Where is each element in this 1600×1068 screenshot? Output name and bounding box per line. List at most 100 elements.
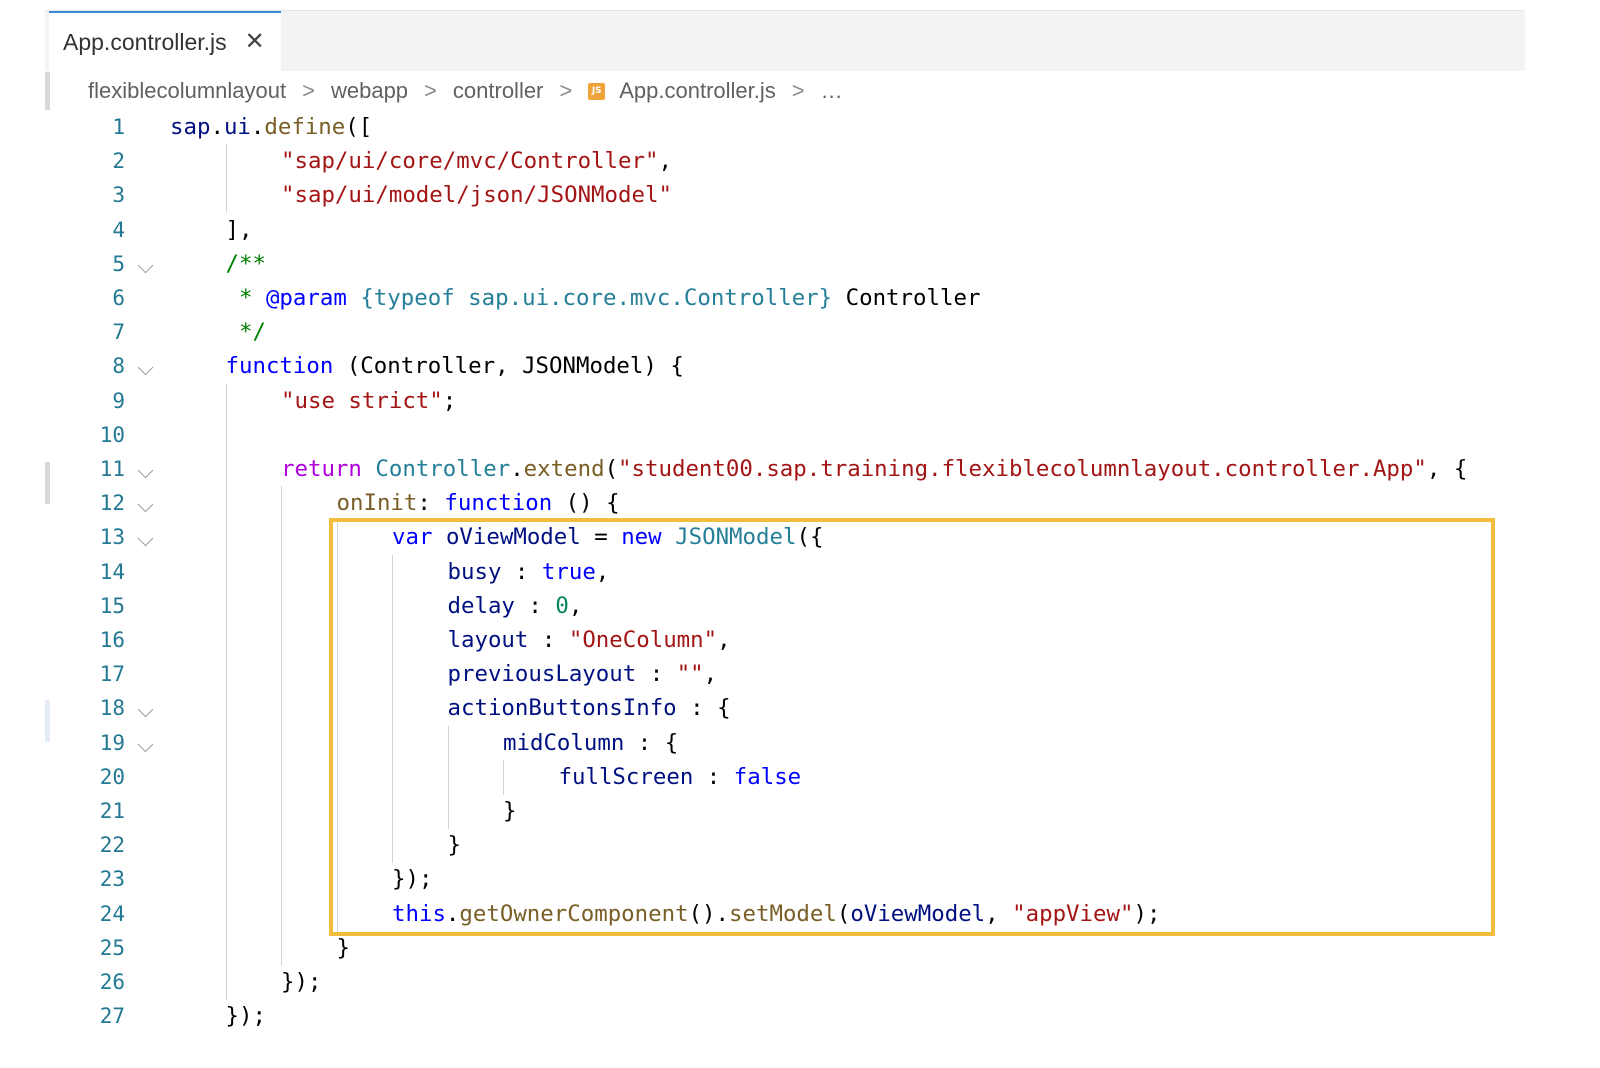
- code-line[interactable]: 1 sap.ui.define([: [45, 110, 1525, 144]
- line-number: 19: [99, 730, 125, 755]
- code-line[interactable]: 9 "use strict";: [45, 383, 1525, 419]
- breadcrumb-item-project[interactable]: flexiblecolumnlayout: [88, 78, 286, 104]
- code-line[interactable]: 27});: [45, 999, 1525, 1033]
- code-line[interactable]: 7 */: [45, 315, 1525, 349]
- indent-guide: [225, 623, 227, 658]
- code-line[interactable]: 4],: [45, 213, 1525, 247]
- line-number: 5: [112, 251, 125, 276]
- indent-guide: [336, 794, 338, 829]
- breadcrumb-ellipsis[interactable]: …: [821, 78, 843, 104]
- code-line[interactable]: 24 this.getOwnerComponent().setModel(oVie…: [45, 896, 1525, 932]
- indent-guide: [225, 725, 227, 761]
- indent-guide: [392, 759, 393, 795]
- code-line[interactable]: 17 previousLayout : "",: [45, 657, 1525, 693]
- code-area[interactable]: 1 sap.ui.define([ 2 "sap/ui/core/mvc/Contro…: [45, 110, 1525, 1060]
- code-text: midColumn : {: [503, 726, 678, 760]
- code-token: @param: [265, 285, 347, 311]
- code-token: });: [225, 1003, 266, 1030]
- code-line[interactable]: 10: [45, 417, 1525, 453]
- code-token: :: [514, 592, 556, 619]
- code-text: layout : "OneColumn",: [448, 623, 731, 657]
- code-text: ],: [226, 213, 253, 247]
- code-token: 0: [555, 592, 569, 619]
- code-token: onInit: [336, 490, 418, 517]
- code-line[interactable]: 23});: [45, 862, 1525, 898]
- code-token: setModel: [729, 900, 837, 927]
- code-line[interactable]: 26});: [45, 965, 1525, 1000]
- close-icon[interactable]: ✕: [245, 30, 265, 54]
- code-token: "sap/ui/core/mvc/Controller": [281, 148, 659, 175]
- code-text: actionButtonsInfo : {: [448, 691, 731, 725]
- chevron-right-icon: >: [791, 78, 805, 103]
- code-token: :: [501, 558, 542, 585]
- code-line[interactable]: 13 var oViewModel = new JSONModel({: [45, 520, 1525, 556]
- code-token: midColumn: [503, 729, 625, 756]
- code-text: */: [226, 315, 266, 349]
- code-token: actionButtonsInfo: [447, 695, 677, 722]
- chevron-right-icon: >: [559, 78, 573, 103]
- breadcrumb-item-file[interactable]: App.controller.js: [619, 78, 776, 104]
- indent-guide: [225, 657, 227, 693]
- chevron-down-icon[interactable]: [137, 360, 154, 376]
- code-line[interactable]: 2 "sap/ui/core/mvc/Controller",: [45, 144, 1525, 180]
- code-line[interactable]: 25}: [45, 930, 1525, 966]
- line-number: 23: [99, 867, 125, 892]
- code-token: .: [445, 900, 460, 927]
- code-token: (: [836, 900, 851, 927]
- indent-guide: [225, 862, 227, 898]
- indent-guide: [281, 657, 282, 693]
- line-number: 2: [112, 149, 125, 174]
- code-text: fullScreen : false: [559, 760, 802, 794]
- code-line[interactable]: 15 delay : 0,: [45, 588, 1525, 624]
- code-token: /**: [225, 250, 266, 277]
- code-token: define: [264, 114, 346, 140]
- code-text: "sap/ui/core/mvc/Controller",: [281, 144, 672, 178]
- breadcrumb-item-webapp[interactable]: webapp: [331, 78, 408, 104]
- code-text: busy : true,: [448, 555, 610, 589]
- code-token: .: [250, 114, 265, 140]
- code-line[interactable]: 22}: [45, 828, 1525, 864]
- code-text: }: [503, 794, 516, 828]
- code-token: ui: [223, 114, 251, 140]
- line-number: 13: [99, 525, 125, 550]
- code-line[interactable]: 21}: [45, 794, 1525, 829]
- code-token: fullScreen: [558, 763, 694, 790]
- code-line[interactable]: 12 onInit: function () {: [45, 486, 1525, 522]
- code-token: Controller: [375, 456, 511, 482]
- line-number: 20: [99, 764, 125, 789]
- code-text: }: [337, 931, 350, 965]
- code-line[interactable]: 5 /**: [45, 247, 1525, 281]
- tab-app-controller[interactable]: App.controller.js ✕: [49, 11, 281, 71]
- indent-guide: [503, 759, 504, 795]
- code-line[interactable]: 3 "sap/ui/model/json/JSONModel": [45, 178, 1525, 214]
- chevron-down-icon[interactable]: [137, 496, 154, 513]
- code-line[interactable]: 20 fullScreen : false: [45, 759, 1525, 795]
- code-token: ;: [442, 387, 457, 414]
- indent-guide: [336, 623, 338, 658]
- code-token: });: [281, 969, 322, 995]
- code-line[interactable]: 14 busy : true,: [45, 554, 1525, 590]
- code-editor: App.controller.js ✕ flexiblecolumnlayout…: [45, 10, 1525, 1060]
- chevron-down-icon[interactable]: [137, 462, 154, 479]
- chevron-down-icon[interactable]: [137, 257, 154, 274]
- line-number: 21: [99, 799, 125, 823]
- code-line[interactable]: 19 midColumn : {: [45, 725, 1525, 761]
- code-line[interactable]: 6 * @param {typeof sap.ui.core.mvc.Contr…: [45, 281, 1525, 315]
- code-line[interactable]: 18 actionButtonsInfo : {: [45, 691, 1525, 727]
- code-line[interactable]: 8 function (Controller, JSONModel) {: [45, 349, 1525, 383]
- code-token: */: [225, 319, 266, 346]
- code-token: oViewModel: [445, 524, 581, 551]
- code-token: var: [392, 524, 433, 551]
- line-number: 3: [112, 183, 125, 208]
- code-line[interactable]: 11 return Controller.extend("student00.sa…: [45, 452, 1525, 487]
- chevron-right-icon: >: [424, 78, 437, 103]
- chevron-down-icon[interactable]: [137, 531, 154, 547]
- code-line[interactable]: 16 layout : "OneColumn",: [45, 623, 1525, 658]
- breadcrumb-item-controller[interactable]: controller: [453, 78, 543, 104]
- code-token: ,: [595, 558, 610, 585]
- code-token: }: [447, 832, 461, 859]
- code-token: }: [336, 934, 350, 961]
- chevron-down-icon[interactable]: [137, 736, 154, 752]
- chevron-down-icon[interactable]: [137, 702, 154, 718]
- code-token: true: [541, 558, 596, 585]
